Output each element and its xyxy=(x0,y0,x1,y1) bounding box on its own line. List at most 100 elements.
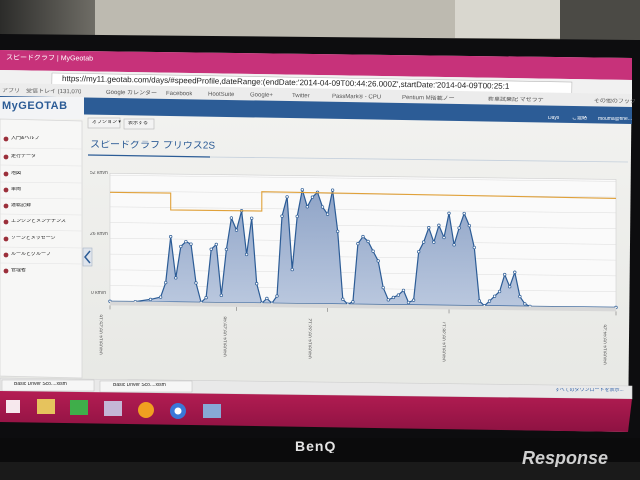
speed-point xyxy=(224,247,229,252)
speed-point xyxy=(189,242,193,246)
bookmark-item[interactable]: Google カレンダー xyxy=(106,90,157,97)
speed-point xyxy=(432,240,436,244)
speed-point xyxy=(518,294,522,299)
speed-point xyxy=(523,302,527,306)
speed-point xyxy=(194,281,198,285)
x-tick-label: 04/09/14 09:29:48 xyxy=(223,316,229,357)
speed-point xyxy=(158,295,163,299)
x-tick-label: 04/09/14 09:38:17 xyxy=(442,321,448,362)
speed-point xyxy=(411,298,416,302)
watermark: Response xyxy=(522,449,609,467)
speed-point xyxy=(477,299,482,303)
speed-point xyxy=(396,293,401,297)
speed-point xyxy=(472,245,476,250)
download-item-2-label: Basic Driver Sco....xlsm xyxy=(113,383,166,388)
speed-point xyxy=(244,252,249,257)
speed-point xyxy=(290,267,294,272)
speed-point xyxy=(341,297,345,301)
bookmark-item[interactable]: Pentium M搭載ノー xyxy=(402,95,455,102)
speed-point xyxy=(174,276,178,280)
speed-point xyxy=(497,289,502,294)
x-tick-label: 04/09/14 09:44:26 xyxy=(603,324,609,365)
sidebar-item-admin[interactable]: 管理者 xyxy=(11,268,26,273)
monitor-brand: BenQ xyxy=(295,439,337,453)
speed-point xyxy=(164,280,168,285)
speed-point xyxy=(336,229,340,234)
speed-point xyxy=(214,242,218,247)
photos-icon xyxy=(203,404,221,418)
download-item-1-label: Basic Driver Sco....xlsm xyxy=(14,382,67,387)
page-title: スピードグラフ プリウス2S xyxy=(89,140,216,152)
speed-point xyxy=(503,272,507,277)
chart xyxy=(108,173,618,316)
speed-point xyxy=(330,188,335,192)
sidebar-list: 入門&ヘルプ 走行データ 地図 車両 運転記録 エンジンとメンテナンス ゾーンと… xyxy=(0,0,82,480)
speed-point xyxy=(437,223,441,227)
bookmark-item[interactable]: Twitter xyxy=(292,93,310,99)
sidebar-item-engine[interactable]: エンジンとメンテナンス xyxy=(11,219,66,224)
speed-point xyxy=(442,235,446,240)
speed-point xyxy=(250,216,254,220)
speed-point xyxy=(361,234,365,239)
speed-point xyxy=(169,234,173,239)
speed-point xyxy=(513,270,517,274)
speed-point xyxy=(467,223,471,228)
speed-point xyxy=(204,296,208,300)
speed-point xyxy=(381,285,385,290)
show-all-downloads-link[interactable]: すべてのダウンロードを表示... xyxy=(555,388,624,393)
speed-point xyxy=(234,228,239,232)
speed-point xyxy=(265,296,269,301)
bookmark-item[interactable]: HootSuite xyxy=(208,92,234,98)
speed-point xyxy=(356,242,360,246)
sidebar-item-zones[interactable]: ゾーンとメッセージ xyxy=(11,236,56,241)
speed-point xyxy=(492,294,497,298)
bookmark-item[interactable]: Google+ xyxy=(250,92,273,98)
speed-point xyxy=(255,282,259,286)
speed-point xyxy=(422,240,426,244)
top-right-user[interactable]: mouma@fine... xyxy=(598,117,632,122)
speed-point xyxy=(406,300,411,305)
speed-point xyxy=(376,259,380,263)
y-label-zero: 0 km/h xyxy=(91,291,107,296)
sidebar-item-help[interactable]: 入門&ヘルプ xyxy=(11,136,39,141)
speed-point xyxy=(508,285,512,289)
bookmark-item[interactable]: 新車試乗記 マセラテ xyxy=(488,96,544,103)
speed-point xyxy=(229,216,234,220)
speed-point xyxy=(386,298,390,302)
speed-point xyxy=(371,249,375,253)
top-right-days[interactable]: Days xyxy=(548,116,559,121)
x-tick-label: 04/09/14 09:33:12 xyxy=(308,318,314,359)
speed-point xyxy=(487,299,492,303)
speed-point xyxy=(366,239,370,244)
speed-point xyxy=(325,212,330,216)
sidebar-item-driving[interactable]: 運転記録 xyxy=(11,203,31,208)
show-label: 表示する xyxy=(128,121,149,126)
sidebar-item-vehicles[interactable]: 車両 xyxy=(11,187,21,192)
speed-point xyxy=(275,294,279,298)
sidebar-item-trips[interactable]: 走行データ xyxy=(11,154,36,159)
speed-point xyxy=(457,226,461,230)
speed-point xyxy=(401,288,406,292)
top-right-contact[interactable]: ご連絡 xyxy=(572,116,587,121)
app-icon xyxy=(104,401,122,416)
y-label-mid: 26 km/h xyxy=(90,232,108,237)
sidebar-item-map[interactable]: 地図 xyxy=(11,171,21,176)
speed-point xyxy=(295,214,299,219)
speed-point xyxy=(417,250,421,254)
speed-point xyxy=(148,297,153,302)
speed-point xyxy=(305,205,309,209)
speed-point xyxy=(462,211,466,216)
bookmark-item[interactable]: その他のブック xyxy=(594,98,636,105)
speed-point xyxy=(320,205,325,209)
y-label-max: 52 km/h xyxy=(90,171,108,176)
bookmark-item[interactable]: Facebook xyxy=(166,91,192,97)
x-tick-label: 04/09/14 09:25:16 xyxy=(99,314,105,355)
speed-point xyxy=(447,211,451,215)
speed-point xyxy=(452,243,456,247)
speed-point xyxy=(179,244,183,249)
bookmark-item[interactable]: PassMark® - CPU xyxy=(332,94,381,101)
speed-point xyxy=(285,195,289,199)
sidebar-item-rules[interactable]: ルールとグループ xyxy=(11,252,51,257)
monitor-photo xyxy=(0,0,640,480)
speed-point xyxy=(427,225,431,230)
